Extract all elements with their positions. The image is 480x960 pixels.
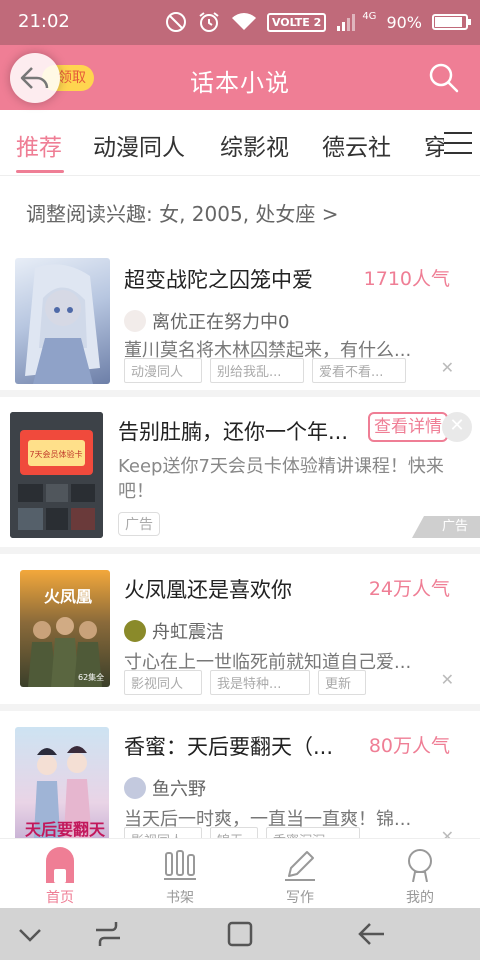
alarm-icon (199, 12, 219, 32)
book-title: 火凤凰还是喜欢你 (124, 578, 292, 602)
battery-percent: 90% (386, 12, 422, 32)
nav-home[interactable]: 首页 (0, 845, 120, 907)
back-button[interactable] (10, 53, 60, 103)
back-arrow-icon (20, 67, 49, 89)
ad-cover: 7天会员体验卡 (10, 412, 103, 538)
ad-title: 告别肚腩，还你一个年... (118, 420, 349, 444)
tag[interactable]: 影视同人 (124, 670, 202, 695)
cover-title: 火凤凰 (44, 587, 92, 606)
author-name: 离优正在努力中0 (152, 312, 290, 333)
category-tabs: 推荐 动漫同人 综影视 德云社 穿 (0, 110, 480, 176)
app-title: 话本小说 (190, 69, 290, 97)
tag[interactable]: 更新 (318, 670, 366, 695)
menu-icon[interactable] (444, 132, 472, 154)
nav-home-label: 首页 (46, 890, 74, 906)
author-avatar (124, 620, 146, 642)
ad-description: Keep送你7天会员卡体验精讲课程！快来吧！ (118, 456, 444, 502)
search-icon[interactable] (428, 62, 460, 94)
recent-apps-icon[interactable] (92, 918, 124, 950)
wifi-icon (231, 13, 256, 30)
do-not-disturb-icon (165, 12, 186, 32)
divider (0, 390, 480, 397)
ad-card[interactable]: 7天会员体验卡 告别肚腩，还你一个年... 查看详情 ✕ Keep送你7天会员卡… (0, 397, 480, 547)
tab-anime[interactable]: 动漫同人 (93, 128, 185, 162)
author: 鱼六野 (124, 775, 206, 801)
home-icon (46, 847, 74, 883)
tag[interactable]: 锦无 (210, 827, 258, 838)
tag[interactable]: 香蜜沉沉... (266, 827, 360, 838)
author-name: 舟虹震洁 (152, 622, 224, 643)
nav-bookshelf[interactable]: 书架 (120, 845, 240, 907)
app-header: 领取 话本小说 (0, 45, 480, 110)
author-name: 鱼六野 (152, 779, 206, 800)
ad-cover-text: 7天会员体验卡 (29, 449, 82, 459)
tag[interactable]: 影视同人 (124, 827, 202, 838)
bottom-nav: 首页 书架 写作 我的 (0, 838, 480, 908)
tag[interactable]: 别给我乱... (210, 358, 304, 383)
tab-deyunshe[interactable]: 德云社 (322, 128, 391, 162)
anime-girl-illustration (25, 264, 100, 384)
status-bar: 21:02 VOLTE 2 4G 90% (0, 0, 480, 45)
network-type: 4G (362, 10, 377, 22)
ad-mark: 广告 (412, 516, 480, 538)
book-title: 超变战陀之囚笼中爱 (124, 268, 313, 292)
book-title: 香蜜：天后要翻天（... (124, 735, 334, 759)
pen-icon (285, 851, 315, 881)
dismiss-icon[interactable]: ✕ (441, 358, 454, 377)
author: 舟虹震洁 (124, 618, 224, 644)
tag-list: 影视同人 锦无 香蜜沉沉... (124, 827, 360, 838)
book-cover (15, 258, 110, 384)
tag-list: 影视同人 我是特种... 更新 (124, 670, 366, 695)
dismiss-icon[interactable]: ✕ (441, 670, 454, 689)
divider (0, 704, 480, 711)
cover-title: 天后要翻天 (25, 820, 106, 838)
nav-bookshelf-label: 书架 (166, 890, 194, 906)
home-button-icon[interactable] (224, 918, 256, 950)
author-avatar (124, 777, 146, 799)
ad-close-icon[interactable]: ✕ (442, 412, 472, 442)
popularity: 24万人气 (368, 578, 450, 600)
status-icons: VOLTE 2 4G 90% (165, 8, 471, 36)
couple-illustration: 天后要翻天 (25, 746, 106, 838)
popularity: 1710人气 (363, 268, 450, 290)
ad-image: 7天会员体验卡 (10, 412, 103, 538)
system-nav-bar (0, 908, 480, 960)
author-avatar (124, 310, 146, 332)
divider (0, 547, 480, 554)
tab-tv[interactable]: 综影视 (220, 128, 289, 162)
soldiers-illustration: 火凤凰 62集全 (28, 587, 104, 687)
battery-icon (432, 14, 471, 30)
nav-write[interactable]: 写作 (240, 845, 360, 907)
tag-list: 动漫同人 别给我乱... 爱看不看... (124, 358, 406, 383)
book-card[interactable]: 天后要翻天 香蜜：天后要翻天（... 80万人气 鱼六野 当天后一时爽，一直当一… (0, 711, 480, 838)
ad-badge: 广告 (118, 512, 160, 536)
signal-icon (337, 14, 356, 31)
tab-recommend[interactable]: 推荐 (16, 128, 62, 162)
reading-preference[interactable]: 调整阅读兴趣: 女, 2005, 处女座 > (26, 198, 339, 227)
book-cover: 火凤凰 62集全 (20, 570, 110, 687)
nav-profile[interactable]: 我的 (360, 845, 480, 907)
book-card[interactable]: 超变战陀之囚笼中爱 1710人气 离优正在努力中0 董川莫名将木林囚禁起来，有什… (0, 248, 480, 388)
status-time: 21:02 (18, 11, 70, 32)
nav-write-label: 写作 (286, 890, 314, 906)
author: 离优正在努力中0 (124, 308, 289, 334)
dismiss-icon[interactable]: ✕ (441, 827, 454, 838)
bookshelf-icon (164, 850, 196, 880)
cover-episodes: 62集全 (78, 672, 104, 682)
profile-icon (408, 849, 432, 882)
nav-profile-label: 我的 (406, 890, 434, 906)
book-cover: 天后要翻天 (15, 727, 109, 838)
book-card[interactable]: 火凤凰 62集全 火凤凰还是喜欢你 24万人气 舟虹震洁 寸心在上一世临死前就知… (0, 554, 480, 704)
view-details-button[interactable]: 查看详情 (368, 412, 448, 442)
tag[interactable]: 动漫同人 (124, 358, 202, 383)
tag[interactable]: 我是特种... (210, 670, 310, 695)
popularity: 80万人气 (368, 735, 450, 757)
volte-badge: VOLTE 2 (266, 12, 327, 32)
chevron-down-icon[interactable] (14, 918, 46, 950)
tag[interactable]: 爱看不看... (312, 358, 406, 383)
active-tab-indicator (16, 170, 64, 173)
back-icon[interactable] (356, 918, 388, 950)
